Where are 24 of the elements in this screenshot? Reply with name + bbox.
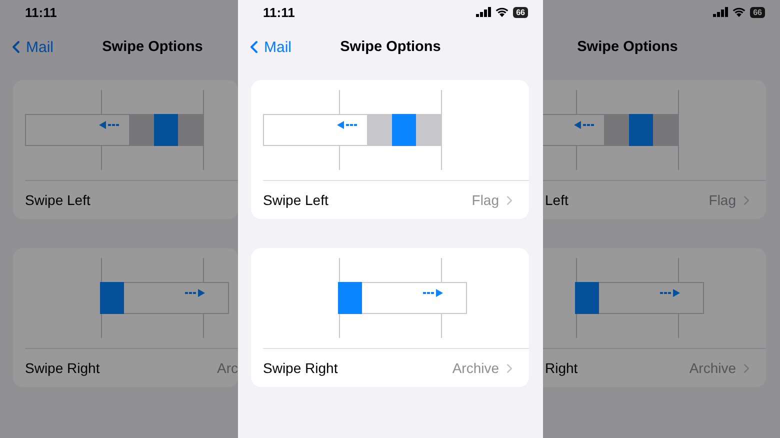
screen-title: Swipe Options: [577, 39, 678, 55]
option-value[interactable]: Arc: [217, 360, 238, 376]
option-label: Swipe Right: [25, 360, 100, 376]
option-value[interactable]: Flag: [472, 192, 499, 208]
option-value[interactable]: Archive: [689, 360, 736, 376]
back-link[interactable]: Mail: [244, 37, 292, 57]
signal-icon: [713, 7, 728, 17]
option-label: Swipe Left: [25, 192, 90, 208]
battery-icon: 66: [750, 6, 765, 18]
back-link[interactable]: Mail: [6, 37, 54, 57]
option-value[interactable]: Archive: [452, 360, 499, 376]
option-label: Swipe Left: [263, 192, 328, 208]
option-label: Swipe Right: [263, 360, 338, 376]
screen-title: Swipe Options: [340, 39, 441, 55]
status-time: 11:11: [263, 4, 295, 20]
option-value[interactable]: Flag: [708, 192, 736, 208]
signal-icon: [476, 7, 492, 17]
wifi-icon: [495, 7, 510, 17]
option-label: Right: [545, 360, 578, 376]
wifi-icon: [732, 7, 746, 17]
option-label: Left: [545, 192, 568, 208]
screen-title: Swipe Options: [102, 39, 203, 55]
battery-icon: 66: [513, 6, 528, 18]
status-time: 11:11: [25, 4, 57, 20]
